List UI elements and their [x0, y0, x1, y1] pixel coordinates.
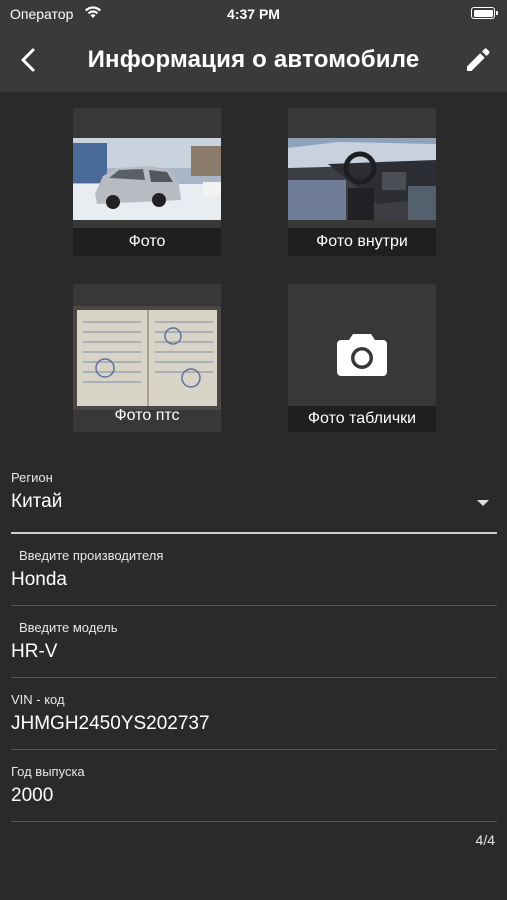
year-field[interactable]: Год выпуска 2000: [11, 764, 497, 824]
manufacturer-value[interactable]: Honda: [11, 569, 497, 591]
year-value[interactable]: 2000: [11, 785, 497, 807]
field-underline: [11, 749, 497, 750]
region-value: Китай: [11, 491, 63, 512]
clock: 4:37 PM: [227, 6, 280, 22]
model-value[interactable]: HR-V: [11, 641, 497, 663]
photo-caption: Фото: [73, 228, 221, 256]
vin-value[interactable]: JHMGH2450YS202737: [11, 713, 497, 735]
photo-tile-plate[interactable]: Фото таблички: [288, 284, 436, 432]
camera-icon: [337, 334, 387, 376]
photo-tile-interior[interactable]: Фото внутри: [288, 108, 436, 256]
pencil-icon[interactable]: [463, 45, 493, 75]
photo-caption: Фото таблички: [288, 406, 436, 432]
model-label: Введите модель: [19, 620, 118, 635]
manufacturer-field[interactable]: Введите производителя Honda: [11, 548, 497, 608]
battery-icon: [471, 7, 498, 19]
field-underline: [11, 605, 497, 606]
vin-field[interactable]: VIN - код JHMGH2450YS202737: [11, 692, 497, 752]
page-title: Информация о автомобиле: [87, 46, 420, 73]
status-bar: Оператор 4:37 PM: [0, 0, 507, 28]
photo-tile-registration[interactable]: Фото птс: [73, 284, 221, 432]
photo-caption: Фото птс: [114, 407, 180, 424]
region-label: Регион: [11, 470, 53, 485]
registration-document-photo: [73, 306, 221, 410]
field-underline: [11, 821, 497, 822]
photo-caption: Фото внутри: [288, 228, 436, 256]
screen: Оператор 4:37 PM Информация о автомобиле: [0, 0, 507, 900]
vin-label: VIN - код: [11, 692, 65, 707]
car-exterior-photo: [73, 138, 221, 220]
field-underline: [11, 532, 497, 534]
year-label: Год выпуска: [11, 764, 85, 779]
page-counter: 4/4: [475, 832, 495, 848]
field-underline: [11, 677, 497, 678]
model-field[interactable]: Введите модель HR-V: [11, 620, 497, 680]
photo-tile-exterior[interactable]: Фото: [73, 108, 221, 256]
dropdown-arrow-icon[interactable]: [477, 500, 489, 506]
navigation-bar: Информация о автомобиле: [0, 28, 507, 92]
car-interior-photo: [288, 138, 436, 220]
manufacturer-label: Введите производителя: [19, 548, 164, 563]
region-select[interactable]: Регион Китай: [11, 470, 497, 536]
